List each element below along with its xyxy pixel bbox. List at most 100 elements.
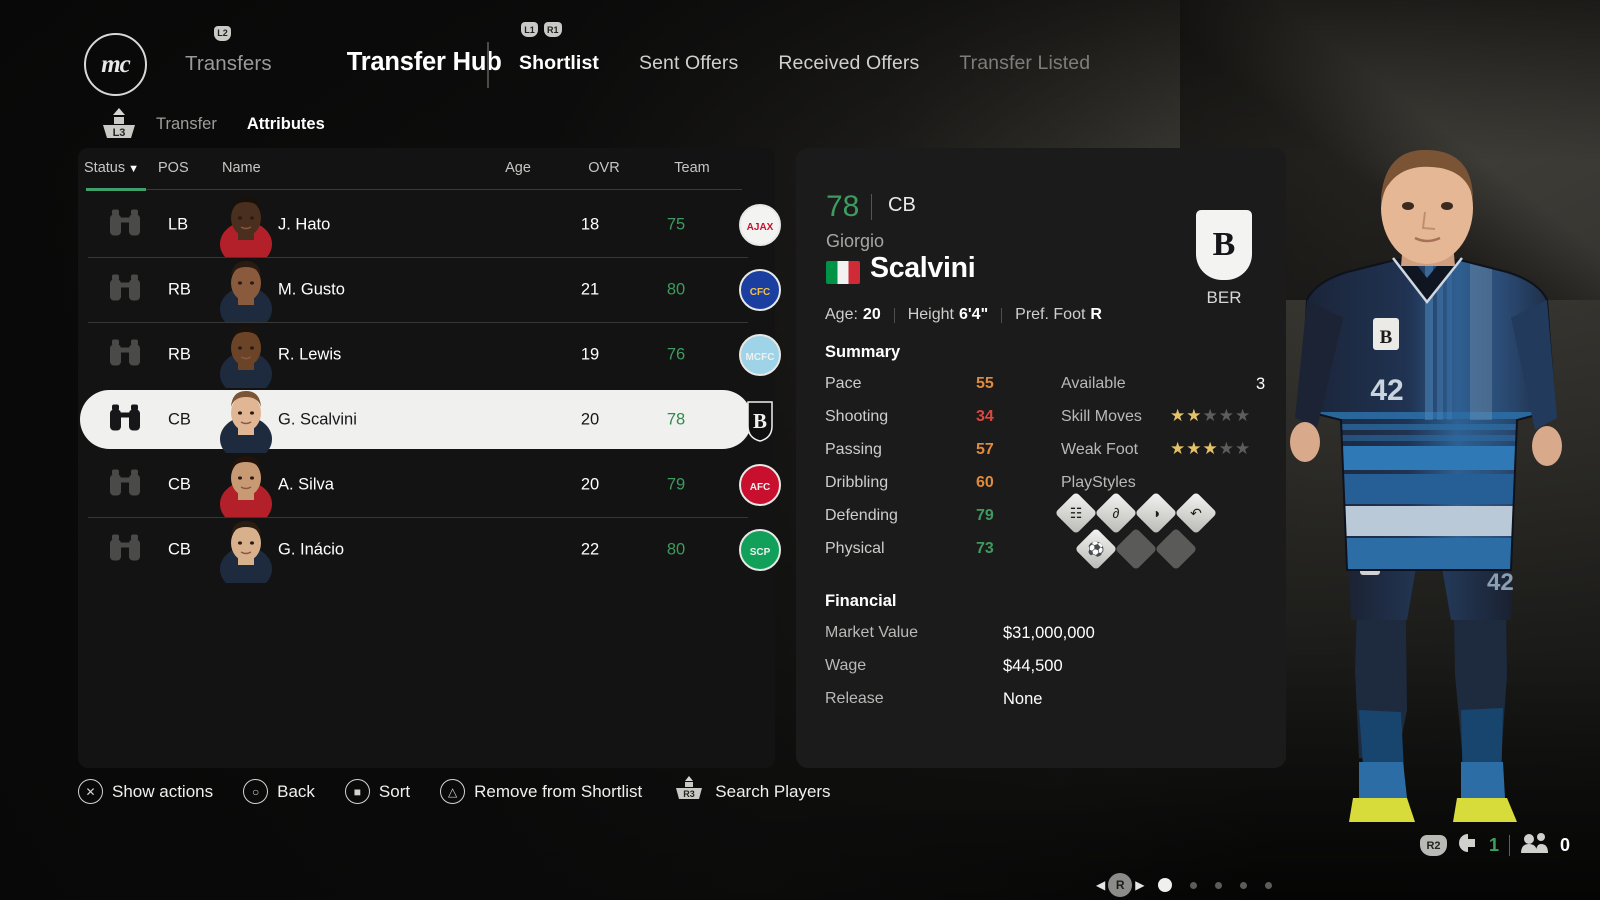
pager-left-arrow-icon[interactable]: ◀: [1096, 878, 1105, 892]
player-overall-rating: 78: [826, 190, 860, 223]
column-header-pos[interactable]: POS: [158, 160, 189, 176]
svg-text:R3: R3: [684, 789, 696, 799]
weak-foot-star: ★: [1170, 439, 1186, 458]
block-playstyle-icon-glyph: ◑: [1151, 505, 1161, 521]
summary-section-title: Summary: [825, 343, 901, 361]
tab-transfer-listed[interactable]: Transfer Listed: [959, 52, 1090, 75]
column-header-ovr[interactable]: OVR: [584, 160, 624, 176]
table-row[interactable]: LB J. Hato 18 75 AJAX: [78, 192, 781, 258]
action-search-players[interactable]: R3 Search Players: [672, 775, 831, 808]
sub-tab-bar: Transfer Attributes: [156, 115, 325, 134]
player-position: CB: [888, 194, 916, 216]
pager-r-button[interactable]: R: [1108, 873, 1133, 897]
financial-value: $44,500: [1003, 657, 1063, 675]
subtab-transfer[interactable]: Transfer: [156, 115, 217, 134]
column-header-name[interactable]: Name: [222, 160, 261, 176]
player-face-thumbnail: [218, 389, 274, 453]
player-face-thumbnail: [218, 324, 274, 388]
l2-button-hint[interactable]: L2: [214, 23, 231, 41]
row-position: CB: [168, 475, 191, 493]
player-face-thumbnail: [218, 194, 274, 258]
sort-caret-icon: ▼: [128, 163, 139, 175]
row-player-name: G. Inácio: [278, 540, 345, 558]
header-divider: [487, 42, 489, 88]
list-column-headers: Status ▼ POS Name Age OVR Team: [84, 160, 744, 186]
table-row[interactable]: CB G. Inácio 22 80 SCP: [78, 517, 781, 583]
triangle-button-icon: △: [440, 779, 466, 804]
action-remove-from-shortlist[interactable]: △ Remove from Shortlist: [440, 779, 642, 804]
club-crest-initial: B: [1212, 226, 1236, 263]
skill-move-star: ★: [1218, 406, 1234, 425]
row-position: LB: [168, 215, 189, 233]
column-header-age[interactable]: Age: [498, 160, 538, 176]
tab-sent-offers[interactable]: Sent Offers: [639, 52, 738, 75]
attribute-value: 34: [976, 408, 994, 425]
financial-label: Wage: [825, 657, 867, 674]
row-player-name: R. Lewis: [278, 345, 342, 363]
svg-text:AFC: AFC: [750, 482, 771, 493]
action-show-actions[interactable]: ✕ Show actions: [78, 779, 213, 804]
card-pager[interactable]: ◀ R ▶: [1096, 873, 1273, 897]
row-age: 20: [580, 475, 600, 493]
player-first-name: Giorgio: [826, 231, 885, 251]
l3-stick-hint[interactable]: L3: [97, 106, 141, 142]
row-overall: 76: [666, 345, 686, 363]
weak-foot-star: ★: [1202, 439, 1218, 458]
financial-label: Release: [825, 690, 884, 707]
r2-tag-label[interactable]: R2: [1419, 835, 1447, 856]
people-icon: [1520, 832, 1550, 859]
pager-dot[interactable]: [1158, 878, 1173, 892]
tab-shortlist[interactable]: Shortlist: [519, 52, 599, 75]
row-player-name: J. Hato: [278, 215, 331, 233]
club-badge-icon: CFC: [738, 268, 782, 312]
table-row[interactable]: CB G. Scalvini 20 78 B: [78, 387, 775, 453]
player-face-thumbnail: [218, 454, 274, 518]
r3-stick-button-icon: R3: [672, 775, 706, 808]
table-row[interactable]: CB A. Silva 20 79 AFC: [78, 452, 781, 518]
r1-tag-label[interactable]: R1: [544, 22, 562, 37]
row-separator: [88, 322, 748, 323]
attribute-label: Defending: [825, 507, 898, 524]
financial-section-title: Financial: [825, 592, 897, 610]
pager-right-arrow-icon[interactable]: ▶: [1135, 878, 1144, 892]
weak-foot-star: ★: [1218, 439, 1234, 458]
scouting-binoculars-icon: [108, 467, 142, 502]
column-header-status[interactable]: Status ▼: [84, 160, 139, 176]
bio-divider-2: [1001, 307, 1003, 323]
subtab-attributes[interactable]: Attributes: [247, 115, 325, 134]
pager-dots: [1144, 878, 1273, 892]
pager-dot[interactable]: [1190, 881, 1198, 889]
row-player-name: G. Scalvini: [278, 410, 357, 428]
action-label: Remove from Shortlist: [474, 781, 643, 801]
club-logo: mc: [84, 33, 147, 96]
speaker-icon: [1457, 833, 1479, 858]
row-overall: 80: [666, 280, 686, 298]
aerial-playstyle-icon-glyph: ☷: [1069, 504, 1083, 521]
anticipate-playstyle-icon: ∂: [1094, 491, 1138, 535]
action-sort[interactable]: ■ Sort: [344, 779, 411, 804]
foot-value: R: [1090, 306, 1102, 323]
skill-moves-label: Skill Moves: [1061, 408, 1142, 425]
column-header-team[interactable]: Team: [672, 160, 712, 176]
pager-dot[interactable]: [1240, 881, 1248, 889]
attribute-value: 79: [976, 507, 994, 524]
pager-dot[interactable]: [1265, 881, 1273, 889]
tab-received-offers[interactable]: Received Offers: [778, 52, 919, 75]
table-row[interactable]: RB M. Gusto 21 80 CFC: [78, 257, 781, 323]
row-position: RB: [168, 280, 191, 298]
action-label: Sort: [378, 781, 411, 801]
table-row[interactable]: RB R. Lewis 19 76 MCFC: [78, 322, 781, 388]
action-label: Search Players: [715, 781, 831, 801]
action-back[interactable]: ○ Back: [243, 779, 315, 804]
club-crest-icon: B: [1196, 210, 1252, 280]
slide-tackle-playstyle-icon-glyph: ↶: [1190, 504, 1202, 521]
anticipate-playstyle-icon-glyph: ∂: [1112, 505, 1120, 521]
attribute-value: 57: [976, 441, 994, 458]
club-abbreviation: BER: [1206, 288, 1242, 307]
row-position: RB: [168, 345, 191, 363]
row-age: 19: [580, 345, 600, 363]
nav-previous-label[interactable]: Transfers: [185, 52, 272, 76]
playstyles-label: PlayStyles: [1061, 474, 1136, 491]
pager-dot[interactable]: [1215, 881, 1223, 889]
l1-tag-label[interactable]: L1: [521, 22, 538, 37]
